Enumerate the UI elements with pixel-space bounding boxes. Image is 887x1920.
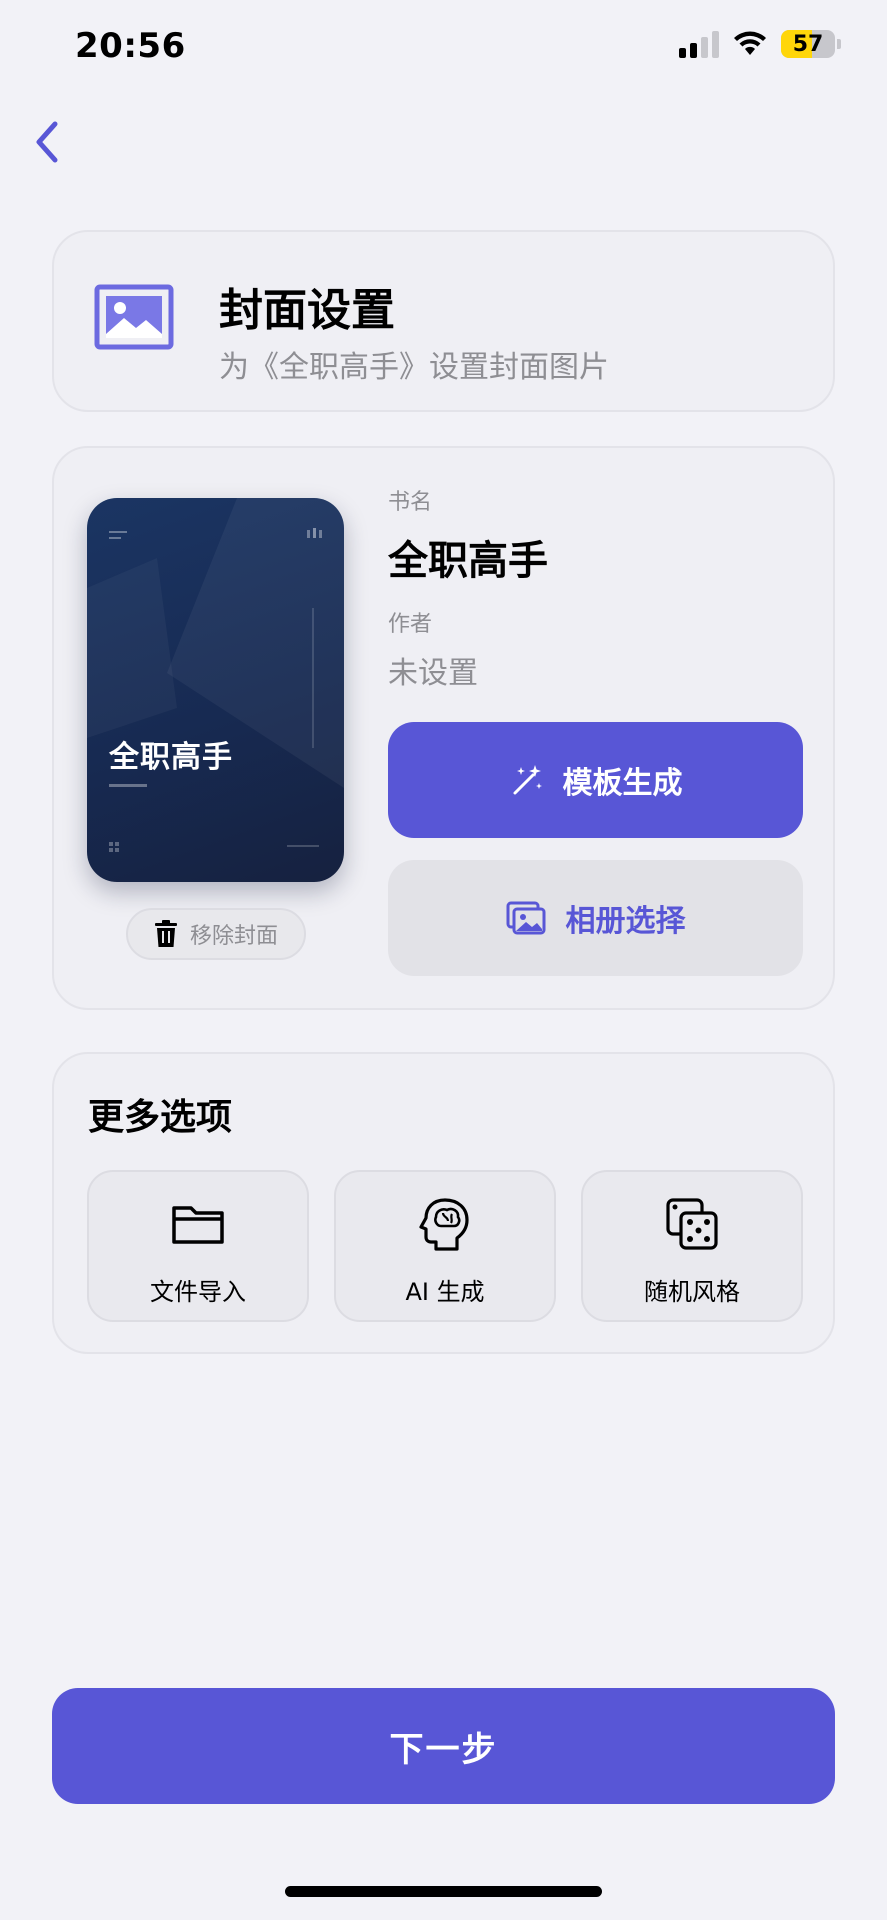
author-label: 作者 <box>388 612 433 637</box>
chevron-left-icon <box>36 121 58 163</box>
book-name-value: 全职高手 <box>388 538 548 584</box>
image-icon <box>94 284 174 350</box>
cellular-signal-icon <box>679 30 719 58</box>
option-ai-generate-label: AI 生成 <box>405 1278 485 1306</box>
album-select-button[interactable]: 相册选择 <box>388 860 803 976</box>
page-title: 封面设置 <box>219 285 395 336</box>
remove-cover-label: 移除封面 <box>189 924 278 949</box>
status-indicators: 57 <box>679 30 841 58</box>
option-random-style-label: 随机风格 <box>644 1278 740 1306</box>
more-options-card: 更多选项 文件导入 AI 生成 随机风格 <box>52 1052 835 1354</box>
folder-icon <box>172 1206 224 1244</box>
home-indicator <box>285 1886 602 1897</box>
wifi-icon <box>734 31 766 55</box>
photo-stack-icon <box>506 901 545 935</box>
book-name-label: 书名 <box>388 490 433 515</box>
battery-cap <box>837 39 841 49</box>
status-time: 20:56 <box>75 26 186 66</box>
trash-icon <box>154 920 177 947</box>
brain-icon <box>419 1198 469 1251</box>
battery-percent: 57 <box>792 31 824 57</box>
back-button[interactable] <box>22 114 72 170</box>
author-value: 未设置 <box>388 656 478 691</box>
remove-cover-button[interactable]: 移除封面 <box>126 908 306 960</box>
header-card: 封面设置 为《全职高手》设置封面图片 <box>52 230 835 412</box>
next-step-button[interactable]: 下一步 <box>52 1688 835 1804</box>
magic-wand-icon <box>513 765 542 795</box>
battery-indicator: 57 <box>781 30 835 58</box>
template-generate-label: 模板生成 <box>562 766 683 801</box>
album-select-label: 相册选择 <box>565 904 686 939</box>
option-file-import[interactable]: 文件导入 <box>87 1170 309 1322</box>
option-random-style[interactable]: 随机风格 <box>581 1170 803 1322</box>
option-file-import-label: 文件导入 <box>150 1278 246 1306</box>
page-subtitle: 为《全职高手》设置封面图片 <box>219 350 609 385</box>
status-bar: 20:56 57 <box>0 0 887 96</box>
dice-icon <box>666 1198 718 1250</box>
template-generate-button[interactable]: 模板生成 <box>388 722 803 838</box>
cover-underline <box>109 784 147 787</box>
cover-decoration <box>87 498 344 852</box>
cover-thumbnail[interactable]: 全职高手 <box>87 498 344 882</box>
cover-card: 全职高手 移除封面 书名 全职高手 作者 未设置 模板生成 相册选择 <box>52 446 835 1010</box>
option-ai-generate[interactable]: AI 生成 <box>334 1170 556 1322</box>
cover-title: 全职高手 <box>109 740 233 775</box>
more-options-title: 更多选项 <box>88 1097 233 1138</box>
